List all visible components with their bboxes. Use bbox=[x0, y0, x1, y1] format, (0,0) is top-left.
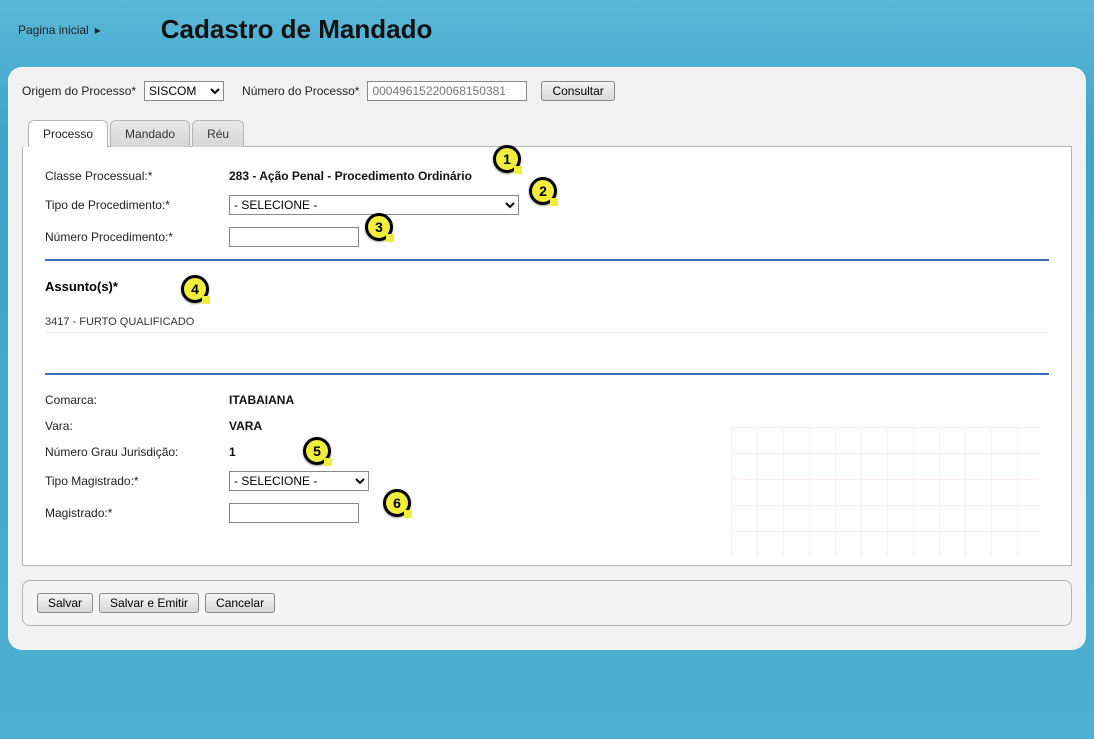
numero-processo-input[interactable] bbox=[367, 81, 527, 101]
tipo-procedimento-select[interactable]: - SELECIONE - bbox=[229, 195, 519, 215]
callout-2: 2 bbox=[529, 177, 557, 205]
callout-3: 3 bbox=[365, 213, 393, 241]
num-grau-value: 1 bbox=[229, 445, 236, 459]
num-grau-label: Número Grau Jurisdição: bbox=[45, 445, 225, 459]
tipo-magistrado-select[interactable]: - SELECIONE - bbox=[229, 471, 369, 491]
tabs: Processo Mandado Réu bbox=[28, 119, 1072, 147]
comarca-label: Comarca: bbox=[45, 393, 225, 407]
vara-label: Vara: bbox=[45, 419, 225, 433]
numero-procedimento-label: Número Procedimento:* bbox=[45, 230, 225, 244]
tab-reu[interactable]: Réu bbox=[192, 120, 244, 147]
numero-processo-label: Número do Processo* bbox=[242, 84, 359, 98]
consultar-button[interactable]: Consultar bbox=[541, 81, 614, 101]
callout-5: 5 bbox=[303, 437, 331, 465]
section-divider-1 bbox=[45, 259, 1049, 261]
origem-select[interactable]: SISCOM bbox=[144, 81, 224, 101]
main-panel: Origem do Processo* SISCOM Número do Pro… bbox=[8, 67, 1086, 650]
breadcrumb-home[interactable]: Pagina inicial bbox=[18, 23, 89, 37]
breadcrumb[interactable]: Pagina inicial ▸ bbox=[18, 23, 101, 37]
section-divider-2 bbox=[45, 373, 1049, 375]
tipo-magistrado-label: Tipo Magistrado:* bbox=[45, 474, 225, 488]
footer-actions: Salvar Salvar e Emitir Cancelar bbox=[22, 580, 1072, 626]
page-title: Cadastro de Mandado bbox=[161, 14, 433, 45]
origem-label: Origem do Processo* bbox=[22, 84, 136, 98]
vara-value: VARA bbox=[229, 419, 262, 433]
magistrado-label: Magistrado:* bbox=[45, 506, 225, 520]
top-form-row: Origem do Processo* SISCOM Número do Pro… bbox=[22, 81, 1072, 101]
salvar-button[interactable]: Salvar bbox=[37, 593, 93, 613]
tab-body-processo: Classe Processual:* 283 - Ação Penal - P… bbox=[22, 147, 1072, 566]
callout-1: 1 bbox=[493, 145, 521, 173]
tab-processo[interactable]: Processo bbox=[28, 120, 108, 147]
tab-mandado[interactable]: Mandado bbox=[110, 120, 190, 147]
classe-value: 283 - Ação Penal - Procedimento Ordinári… bbox=[229, 169, 472, 183]
tipo-procedimento-label: Tipo de Procedimento:* bbox=[45, 198, 225, 212]
callout-4: 4 bbox=[181, 275, 209, 303]
salvar-emitir-button[interactable]: Salvar e Emitir bbox=[99, 593, 199, 613]
comarca-value: ITABAIANA bbox=[229, 393, 294, 407]
magistrado-input[interactable] bbox=[229, 503, 359, 523]
chevron-right-icon: ▸ bbox=[95, 23, 101, 37]
assunto-value: 3417 - FURTO QUALIFICADO bbox=[45, 316, 1049, 333]
assunto-label: Assunto(s)* bbox=[45, 279, 118, 294]
callout-6: 6 bbox=[383, 489, 411, 517]
cancelar-button[interactable]: Cancelar bbox=[205, 593, 275, 613]
classe-label: Classe Processual:* bbox=[45, 169, 225, 183]
background-grid bbox=[731, 427, 1041, 557]
numero-procedimento-input[interactable] bbox=[229, 227, 359, 247]
